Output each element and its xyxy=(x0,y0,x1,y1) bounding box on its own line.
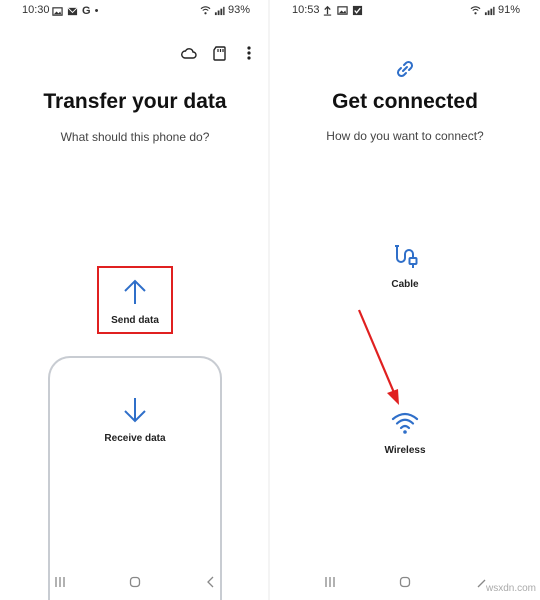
sd-card-icon[interactable] xyxy=(210,44,228,62)
battery-percent: 91% xyxy=(497,4,520,16)
home-icon[interactable] xyxy=(397,574,413,590)
watermark: wsxdn.com xyxy=(485,583,536,594)
dot-icon: • xyxy=(94,5,99,17)
nav-bar xyxy=(0,572,270,592)
status-bar: 10:30 G • 93% xyxy=(0,4,270,18)
page-subtitle: How do you want to connect? xyxy=(326,129,484,143)
wireless-label: Wireless xyxy=(384,445,426,456)
checkbox-icon xyxy=(352,5,363,16)
image-icon xyxy=(337,6,348,15)
image-icon xyxy=(52,6,63,16)
cable-option[interactable]: Cable xyxy=(345,242,465,290)
status-time: 10:53 xyxy=(292,4,320,16)
annotation-arrow xyxy=(357,309,399,405)
cable-label: Cable xyxy=(391,279,419,290)
cable-icon xyxy=(395,245,418,268)
google-icon: G xyxy=(82,5,91,17)
toolbar xyxy=(180,44,258,62)
page-subtitle: What should this phone do? xyxy=(60,130,210,144)
wifi-status-icon xyxy=(200,5,211,14)
phone-outline-graphic xyxy=(48,356,222,600)
mail-icon xyxy=(67,7,78,15)
home-icon[interactable] xyxy=(127,574,143,590)
left-screen: 10:30 G • 93% Transfer your data What sh… xyxy=(0,0,270,600)
page-title: Transfer your data xyxy=(43,90,227,113)
right-screen: 10:53 91% Get connected How do you want … xyxy=(270,0,540,600)
status-bar: 10:53 91% xyxy=(270,4,540,18)
signal-icon xyxy=(484,6,495,15)
notification-icons xyxy=(322,5,363,16)
recents-icon[interactable] xyxy=(322,574,338,590)
system-icons: 93% xyxy=(200,4,250,16)
notification-icons: G • xyxy=(52,5,98,17)
arrow-up-icon xyxy=(124,279,146,304)
page-title: Get connected xyxy=(332,90,478,113)
back-icon[interactable] xyxy=(203,574,219,590)
system-icons: 91% xyxy=(470,4,520,16)
wifi-status-icon xyxy=(470,5,481,14)
signal-icon xyxy=(214,6,225,15)
receive-data-label: Receive data xyxy=(104,433,166,444)
cloud-icon[interactable] xyxy=(180,44,198,62)
more-vert-icon[interactable] xyxy=(240,44,258,62)
battery-percent: 93% xyxy=(227,4,250,16)
receive-data-option[interactable]: Receive data xyxy=(75,396,195,444)
upload-icon xyxy=(323,5,332,16)
send-data-option[interactable]: Send data xyxy=(75,278,195,326)
status-time: 10:30 xyxy=(22,4,50,16)
link-icon xyxy=(396,60,414,78)
send-data-label: Send data xyxy=(111,315,159,326)
arrow-down-icon xyxy=(124,398,146,423)
recents-icon[interactable] xyxy=(52,574,68,590)
